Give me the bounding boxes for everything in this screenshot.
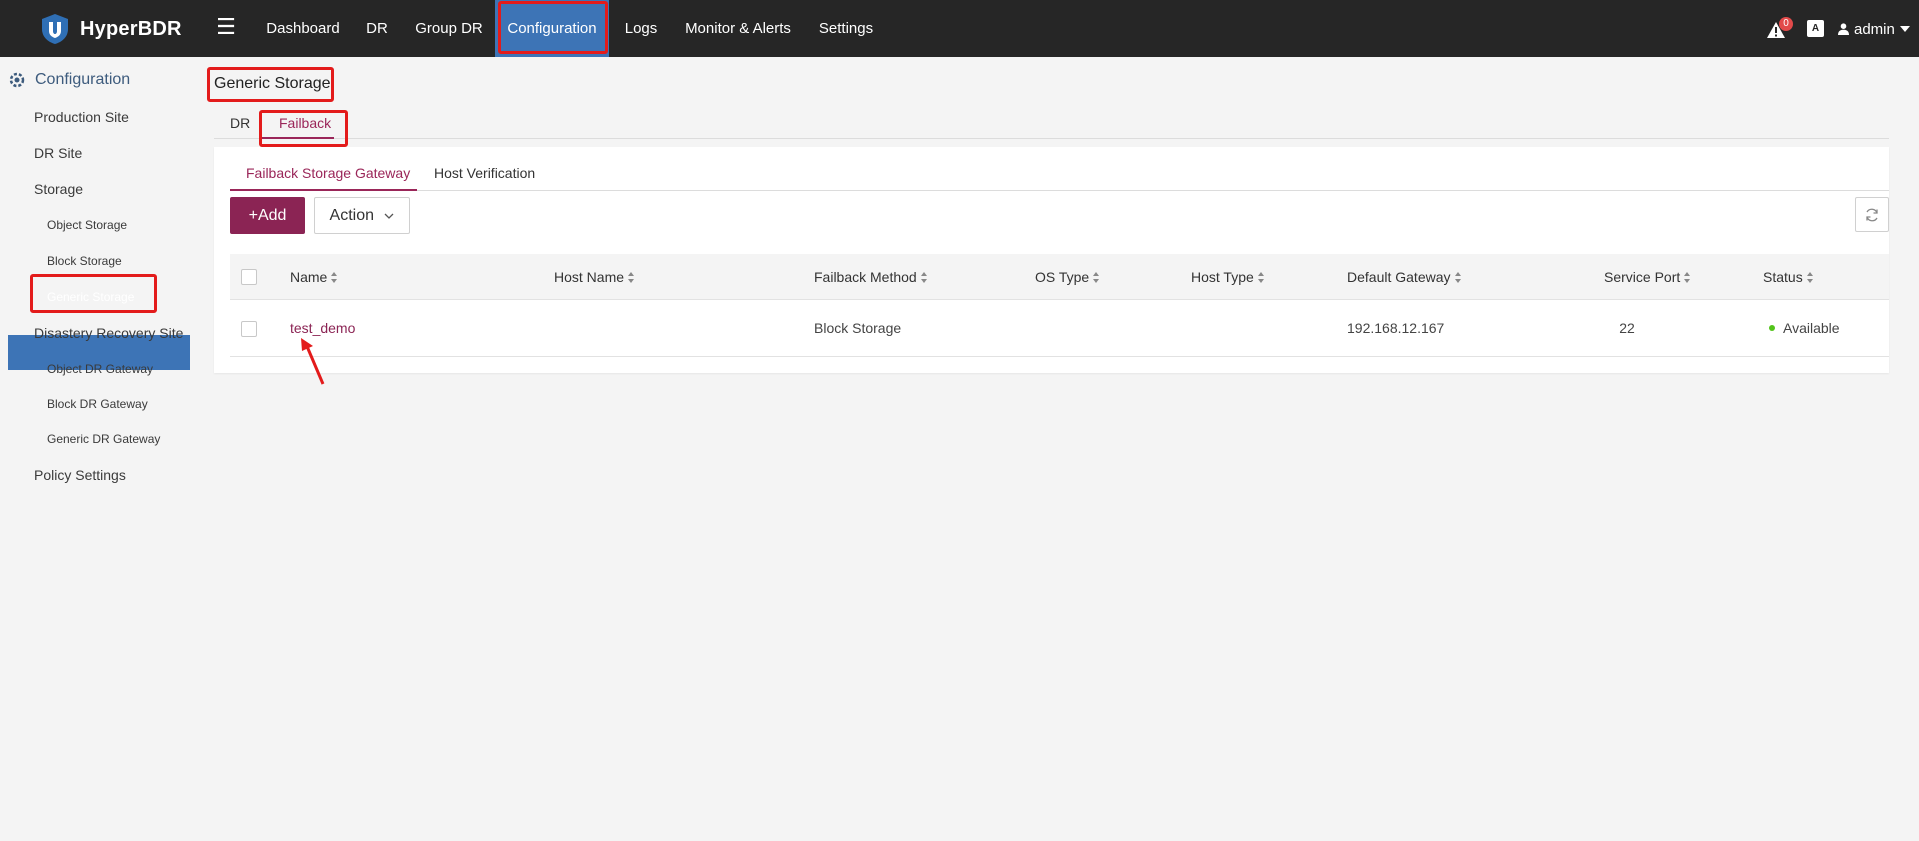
- sort-icon[interactable]: [1454, 271, 1461, 283]
- sidebar-item-generic-storage[interactable]: Generic Storage: [47, 290, 134, 304]
- nav-settings[interactable]: Settings: [812, 0, 880, 57]
- col-host-type[interactable]: Host Type: [1191, 269, 1264, 285]
- language-icon[interactable]: A: [1807, 20, 1824, 37]
- action-dropdown[interactable]: Action: [314, 197, 410, 234]
- add-button[interactable]: +Add: [230, 197, 305, 234]
- menu-toggle-icon[interactable]: ☰: [215, 16, 237, 38]
- sidebar-item-generic-dr-gateway[interactable]: Generic DR Gateway: [47, 432, 160, 446]
- col-status[interactable]: Status: [1763, 269, 1813, 285]
- col-os-type-label: OS Type: [1035, 269, 1090, 285]
- username: admin: [1854, 20, 1895, 38]
- col-host-name[interactable]: Host Name: [554, 269, 635, 285]
- tab-host-verification[interactable]: Host Verification: [434, 165, 535, 181]
- nav-logs[interactable]: Logs: [620, 0, 662, 57]
- sidebar-item-storage[interactable]: Storage: [34, 181, 83, 197]
- sort-icon[interactable]: [920, 271, 927, 283]
- row-name-link[interactable]: test_demo: [290, 320, 355, 336]
- table-row: test_demo Block Storage 192.168.12.167 2…: [230, 300, 1889, 357]
- sort-icon[interactable]: [1806, 271, 1813, 283]
- gear-icon: [9, 72, 25, 88]
- app-logo[interactable]: HyperBDR: [38, 12, 182, 46]
- col-failback-method-label: Failback Method: [814, 269, 917, 285]
- nav-group-dr[interactable]: Group DR: [410, 0, 488, 57]
- col-failback-method[interactable]: Failback Method: [814, 269, 927, 285]
- sidebar-item-object-dr-gateway[interactable]: Object DR Gateway: [47, 362, 153, 376]
- action-label: Action: [329, 207, 374, 224]
- sidebar-header: Configuration: [8, 71, 130, 89]
- sort-icon[interactable]: [1093, 271, 1100, 283]
- content-card: Failback Storage Gateway Host Verificati…: [214, 147, 1889, 373]
- col-name[interactable]: Name: [290, 269, 338, 285]
- col-status-label: Status: [1763, 269, 1803, 285]
- row-failback-method: Block Storage: [814, 320, 902, 336]
- row-status-label: Available: [1783, 320, 1840, 336]
- col-host-name-label: Host Name: [554, 269, 625, 285]
- sort-icon[interactable]: [1257, 271, 1264, 283]
- select-all-checkbox[interactable]: [241, 269, 257, 285]
- sidebar-item-disaster-recovery-site[interactable]: Disastery Recovery Site: [34, 325, 183, 341]
- refresh-icon: [1866, 208, 1878, 221]
- nav-dashboard[interactable]: Dashboard: [262, 0, 344, 57]
- tab-failback-storage-gateway[interactable]: Failback Storage Gateway: [246, 165, 410, 181]
- col-service-port-label: Service Port: [1604, 269, 1681, 285]
- sidebar-item-block-storage[interactable]: Block Storage: [47, 254, 122, 268]
- alert-count-badge: 0: [1779, 17, 1793, 31]
- sidebar-item-production-site[interactable]: Production Site: [34, 109, 129, 125]
- col-default-gateway[interactable]: Default Gateway: [1347, 269, 1461, 285]
- nav-dr[interactable]: DR: [360, 0, 394, 57]
- col-host-type-label: Host Type: [1191, 269, 1254, 285]
- top-tabs: DR Failback: [214, 107, 1889, 139]
- app-name: HyperBDR: [80, 17, 182, 40]
- row-service-port: 22: [1619, 320, 1635, 336]
- sidebar-item-policy-settings[interactable]: Policy Settings: [34, 467, 126, 483]
- row-checkbox[interactable]: [241, 321, 257, 337]
- nav-monitor-alerts[interactable]: Monitor & Alerts: [680, 0, 796, 57]
- annotation-arrow-icon: [301, 338, 325, 385]
- sidebar-header-label: Configuration: [35, 71, 131, 88]
- col-os-type[interactable]: OS Type: [1035, 269, 1100, 285]
- col-service-port[interactable]: Service Port: [1604, 269, 1691, 285]
- status-dot-icon: [1769, 325, 1775, 332]
- user-menu[interactable]: admin: [1838, 18, 1910, 40]
- table-header: Name Host Name Failback Method OS Type H…: [230, 254, 1889, 300]
- tab-failback[interactable]: Failback: [279, 115, 331, 131]
- sidebar-item-object-storage[interactable]: Object Storage: [47, 218, 127, 232]
- sort-icon[interactable]: [1684, 271, 1691, 283]
- nav-configuration[interactable]: Configuration: [495, 0, 609, 57]
- row-default-gateway: 192.168.12.167: [1347, 320, 1445, 336]
- user-icon: [1838, 23, 1849, 35]
- row-status: Available: [1769, 320, 1840, 336]
- shield-logo-icon: [42, 14, 68, 44]
- sidebar-item-dr-site[interactable]: DR Site: [34, 145, 82, 161]
- chevron-down-icon: [384, 213, 394, 219]
- tab-active-underline: [262, 137, 334, 139]
- sort-icon[interactable]: [628, 271, 635, 283]
- top-navbar: HyperBDR ☰ Dashboard DR Group DR Configu…: [0, 0, 1919, 57]
- sidebar-item-block-dr-gateway[interactable]: Block DR Gateway: [47, 397, 148, 411]
- sub-tabs: Failback Storage Gateway Host Verificati…: [230, 147, 1889, 191]
- sidebar: Configuration Production Site DR Site St…: [0, 57, 200, 841]
- col-default-gateway-label: Default Gateway: [1347, 269, 1451, 285]
- tab-dr[interactable]: DR: [230, 115, 250, 131]
- caret-down-icon: [1899, 26, 1910, 32]
- col-name-label: Name: [290, 269, 328, 285]
- refresh-button[interactable]: [1855, 197, 1889, 232]
- page-title: Generic Storage: [214, 75, 331, 92]
- sub-tab-active-underline: [230, 189, 417, 191]
- sort-icon[interactable]: [331, 271, 338, 283]
